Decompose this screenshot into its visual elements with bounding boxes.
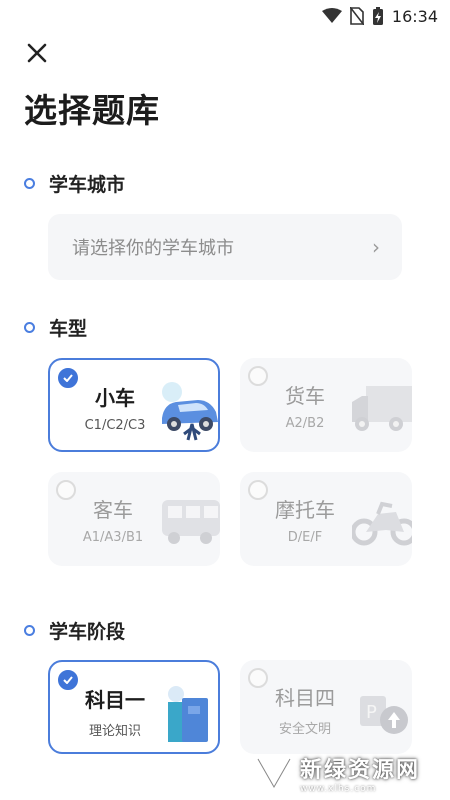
stage-card-subject-four[interactable]: 科目四 安全文明 P <box>240 660 412 754</box>
city-select[interactable]: 请选择你的学车城市 › <box>48 214 402 280</box>
watermark-sub: www.xlhs.com <box>300 784 377 794</box>
watermark-text: 新绿资源网 <box>300 758 421 783</box>
status-icons: 16:34 <box>321 6 438 26</box>
watermark: 新绿资源网 www.xlhs.com <box>254 752 420 794</box>
status-bar: 16:34 <box>0 0 450 32</box>
car-icon <box>162 382 218 441</box>
bus-icon <box>162 500 220 544</box>
vehicle-name: 客车 <box>93 498 133 522</box>
stage-desc: 安全文明 <box>278 722 331 737</box>
vehicle-codes: D/E/F <box>287 530 323 545</box>
vehicle-card-bus[interactable]: 客车 A1/A3/B1 <box>48 472 220 566</box>
section-city-label: 学车城市 <box>49 174 126 196</box>
chevron-right-icon: › <box>372 235 380 259</box>
vehicle-name: 货车 <box>285 384 325 408</box>
city-placeholder: 请选择你的学车城市 <box>72 238 234 259</box>
no-sim-icon <box>349 7 364 25</box>
section-dot-icon <box>24 625 35 636</box>
vehicle-card-motorcycle[interactable]: 摩托车 D/E/F <box>240 472 412 566</box>
vehicle-name: 摩托车 <box>275 498 335 522</box>
parking-sign-icon: P <box>360 696 408 734</box>
section-stage: 学车阶段 <box>24 617 125 644</box>
stage-name: 科目四 <box>275 686 335 710</box>
section-dot-icon <box>24 322 35 333</box>
watermark-logo-icon <box>255 757 293 793</box>
section-dot-icon <box>24 178 35 189</box>
wifi-icon <box>321 8 342 23</box>
battery-charging-icon <box>372 7 383 25</box>
status-time: 16:34 <box>391 6 438 26</box>
book-icon <box>168 686 208 742</box>
svg-text:P: P <box>366 702 377 723</box>
page-title: 选择题库 <box>24 91 160 130</box>
section-stage-label: 学车阶段 <box>49 621 126 643</box>
close-button[interactable] <box>24 40 52 68</box>
vehicle-codes: A1/A3/B1 <box>82 530 144 545</box>
section-vehicle-label: 车型 <box>49 318 88 340</box>
motorcycle-icon <box>352 501 412 546</box>
vehicle-codes: A2/B2 <box>285 416 325 431</box>
vehicle-card-truck[interactable]: 货车 A2/B2 <box>240 358 412 452</box>
stage-card-subject-one[interactable]: 科目一 理论知识 <box>48 660 220 754</box>
vehicle-card-car[interactable]: 小车 C1/C2/C3 <box>48 358 220 452</box>
watermark-text-group: 新绿资源网 www.xlhs.com <box>300 752 420 794</box>
section-vehicle: 车型 <box>24 314 87 341</box>
section-city: 学车城市 <box>24 170 125 197</box>
close-icon <box>27 43 47 63</box>
truck-icon <box>352 386 412 431</box>
